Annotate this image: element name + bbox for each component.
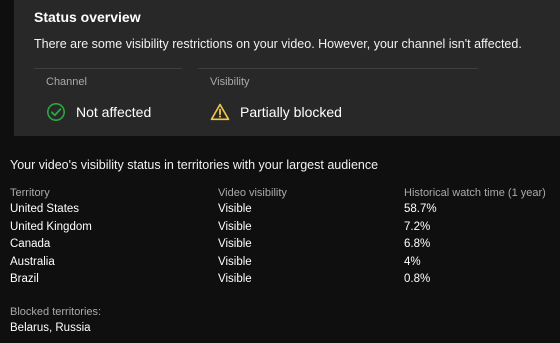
visibility-cell: Visible bbox=[218, 255, 252, 268]
status-overview-description: There are some visibility restrictions o… bbox=[34, 37, 522, 51]
visibility-cell: Visible bbox=[218, 203, 252, 215]
visibility-status: Partially blocked bbox=[210, 102, 342, 122]
table-row: Brazil Visible 0.8% bbox=[10, 273, 550, 291]
status-overview-title: Status overview bbox=[34, 9, 141, 25]
territory-cell: Australia bbox=[10, 255, 55, 268]
visibility-label: Visibility bbox=[210, 76, 250, 88]
territory-cell: Brazil bbox=[10, 273, 39, 285]
visibility-cell: Visible bbox=[218, 273, 252, 285]
visibility-cell: Visible bbox=[218, 220, 252, 233]
column-header-visibility: Video visibility bbox=[218, 187, 287, 199]
channel-label: Channel bbox=[46, 76, 87, 88]
warning-triangle-icon bbox=[210, 102, 230, 122]
table-row: United States Visible 58.7% bbox=[10, 203, 550, 221]
watch-time-cell: 7.2% bbox=[404, 220, 431, 233]
status-overview-panel: Status overview There are some visibilit… bbox=[14, 0, 560, 136]
channel-status: Not affected bbox=[46, 102, 151, 122]
watch-time-cell: 6.8% bbox=[404, 238, 431, 250]
column-header-territory: Territory bbox=[10, 187, 50, 199]
channel-status-text: Not affected bbox=[76, 104, 152, 120]
blocked-territories-label: Blocked territories: bbox=[10, 306, 102, 318]
territory-cell: Canada bbox=[10, 238, 51, 250]
table-row: Canada Visible 6.8% bbox=[10, 238, 550, 256]
visibility-status-card: Visibility Partially blocked bbox=[198, 68, 478, 136]
territory-cell: United States bbox=[10, 203, 80, 215]
check-circle-icon bbox=[46, 102, 66, 122]
territories-table: Territory Video visibility Historical wa… bbox=[10, 187, 550, 291]
table-row: United Kingdom Visible 7.2% bbox=[10, 221, 550, 239]
blocked-territories-value: Belarus, Russia bbox=[10, 322, 91, 334]
visibility-status-text: Partially blocked bbox=[240, 104, 342, 120]
video-status-page: Status overview There are some visibilit… bbox=[0, 0, 560, 343]
watch-time-cell: 4% bbox=[404, 255, 421, 268]
territory-cell: United Kingdom bbox=[10, 220, 92, 233]
column-header-watch-time: Historical watch time (1 year) bbox=[404, 187, 546, 199]
table-header-row: Territory Video visibility Historical wa… bbox=[10, 187, 550, 203]
channel-status-card: Channel Not affected bbox=[34, 68, 182, 136]
watch-time-cell: 0.8% bbox=[404, 273, 431, 285]
visibility-cell: Visible bbox=[218, 238, 252, 250]
territories-title: Your video's visibility status in territ… bbox=[10, 158, 379, 172]
watch-time-cell: 58.7% bbox=[404, 203, 437, 215]
table-row: Australia Visible 4% bbox=[10, 256, 550, 274]
territories-panel: Your video's visibility status in territ… bbox=[0, 136, 560, 343]
